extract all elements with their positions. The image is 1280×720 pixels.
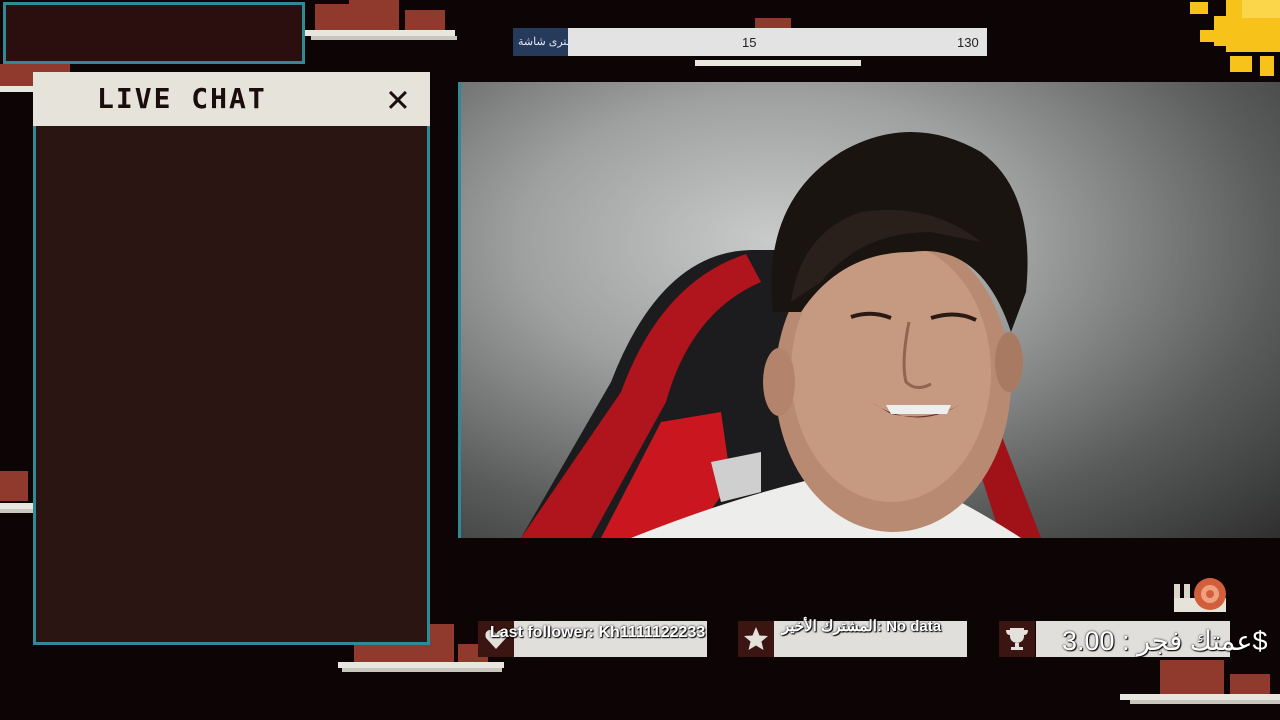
cloud-decoration-top-left xyxy=(305,0,460,46)
goal-target-value: 130 xyxy=(957,35,979,50)
trophy-icon xyxy=(1006,628,1028,650)
top-left-panel xyxy=(3,2,305,64)
star-icon xyxy=(744,627,768,650)
last-subscriber-text: المشترك الأخير: No data xyxy=(782,618,942,635)
chat-title: LIVE CHAT xyxy=(97,82,267,115)
last-follower-text: Last follower: Kh1111122233 xyxy=(490,624,706,641)
chat-close-button[interactable]: ✕ xyxy=(378,78,418,118)
goal-current-value: 15 xyxy=(742,35,757,50)
sun-icon xyxy=(1186,0,1280,78)
webcam-feed xyxy=(458,82,1280,538)
cloud-decoration-bottom-right xyxy=(1120,654,1280,708)
top-donation-text: عمتك فجر : 3.00$ xyxy=(1062,626,1268,656)
chat-messages-area xyxy=(33,126,430,645)
snail-icon xyxy=(1172,576,1232,620)
subscriber-icon-box xyxy=(738,621,774,657)
goal-label: نشترى شاشة xyxy=(518,36,580,48)
donation-icon-box xyxy=(999,621,1035,657)
